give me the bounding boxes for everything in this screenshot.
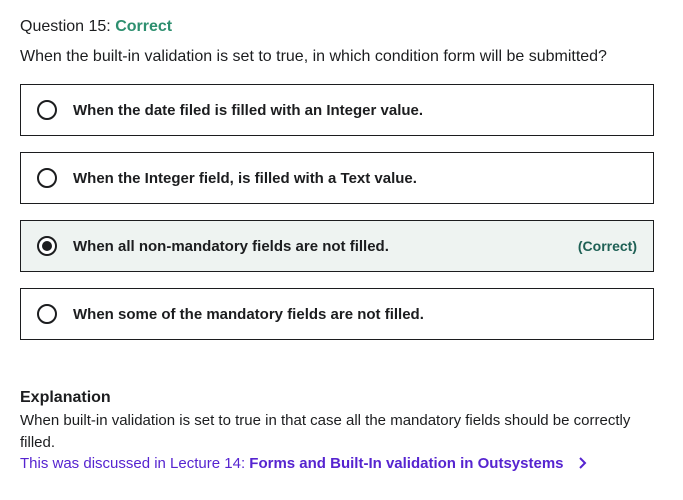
question-text: When the built-in validation is set to t…	[20, 48, 607, 65]
answer-option-4[interactable]: When some of the mandatory fields are no…	[20, 288, 654, 340]
chevron-right-icon[interactable]	[578, 454, 587, 474]
question-header: Question 15: Correct	[20, 17, 172, 37]
result-status: Correct	[115, 18, 173, 35]
answer-option-3[interactable]: When all non-mandatory fields are not fi…	[20, 220, 654, 272]
radio-button-icon[interactable]	[37, 304, 57, 324]
radio-selected-icon[interactable]	[37, 236, 57, 256]
option-label: When the date filed is filled with an In…	[73, 101, 424, 119]
lecture-link[interactable]: Forms and Built-In validation in Outsyst…	[249, 455, 563, 472]
option-label: When the Integer field, is filled with a…	[73, 169, 417, 187]
lecture-prefix: This was discussed in Lecture 14:	[20, 455, 246, 472]
explanation-title: Explanation	[20, 389, 111, 406]
option-label: When some of the mandatory fields are no…	[73, 305, 424, 323]
explanation-body: When built-in validation is set to true …	[20, 412, 631, 451]
question-number: Question 15:	[20, 18, 111, 35]
radio-button-icon[interactable]	[37, 168, 57, 188]
correct-tag: (Correct)	[577, 238, 637, 254]
option-label: When all non-mandatory fields are not fi…	[73, 237, 389, 255]
answer-option-1[interactable]: When the date filed is filled with an In…	[20, 84, 654, 136]
answer-option-2[interactable]: When the Integer field, is filled with a…	[20, 152, 654, 204]
lecture-reference: This was discussed in Lecture 14: Forms …	[20, 454, 587, 474]
radio-button-icon[interactable]	[37, 100, 57, 120]
